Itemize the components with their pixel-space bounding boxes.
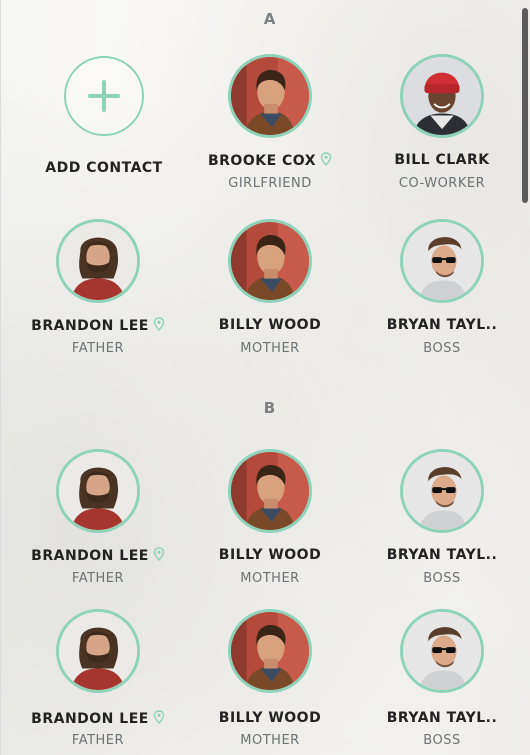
- contact-name: BILLY WOOD: [218, 317, 322, 333]
- contact-role: MOTHER: [240, 341, 300, 356]
- contact-role: MOTHER: [240, 733, 300, 748]
- contact-role: BOSS: [423, 733, 461, 748]
- plus-icon[interactable]: [64, 56, 144, 136]
- add-contact-label: ADD CONTACT: [45, 160, 163, 176]
- contact-name: BILLY WOOD: [218, 547, 322, 563]
- avatar[interactable]: [400, 609, 484, 693]
- avatar[interactable]: [228, 219, 312, 303]
- location-pin-icon: [153, 317, 165, 331]
- section-letter-b: B: [263, 399, 277, 417]
- avatar[interactable]: [56, 219, 140, 303]
- avatar[interactable]: [228, 449, 312, 533]
- contact-role: FATHER: [71, 341, 125, 356]
- contact-name: BILL CLARK: [394, 152, 490, 168]
- contact-name: BRANDON LEE: [12, 710, 184, 727]
- contact-name: BROOKE COX: [184, 152, 356, 169]
- contact-role: BOSS: [423, 571, 461, 586]
- contact-name: BRYAN TAYL..: [386, 547, 498, 563]
- contact-name: BRYAN TAYL..: [386, 710, 498, 726]
- avatar[interactable]: [228, 609, 312, 693]
- avatar[interactable]: [56, 449, 140, 533]
- location-pin-icon: [153, 710, 165, 724]
- contact-role: CO-WORKER: [398, 176, 486, 191]
- contact-role: FATHER: [71, 571, 125, 586]
- location-pin-icon: [320, 152, 332, 166]
- contact-role: MOTHER: [240, 571, 300, 586]
- contact-name: BRYAN TAYL..: [386, 317, 498, 333]
- avatar[interactable]: [56, 609, 140, 693]
- avatar[interactable]: [400, 449, 484, 533]
- scrollbar[interactable]: [520, 0, 530, 755]
- contact-name: BRANDON LEE: [12, 547, 184, 564]
- contact-name: BILLY WOOD: [218, 710, 322, 726]
- section-letter-a: A: [263, 10, 277, 28]
- avatar[interactable]: [400, 54, 484, 138]
- scrollbar-thumb[interactable]: [522, 8, 528, 203]
- left-divider: [0, 0, 1, 755]
- contact-name: BRANDON LEE: [12, 317, 184, 334]
- avatar[interactable]: [400, 219, 484, 303]
- contact-role: BOSS: [423, 341, 461, 356]
- avatar[interactable]: [228, 54, 312, 138]
- location-pin-icon: [153, 547, 165, 561]
- contact-role: GIRLFRIEND: [228, 176, 312, 191]
- contact-role: FATHER: [71, 733, 125, 748]
